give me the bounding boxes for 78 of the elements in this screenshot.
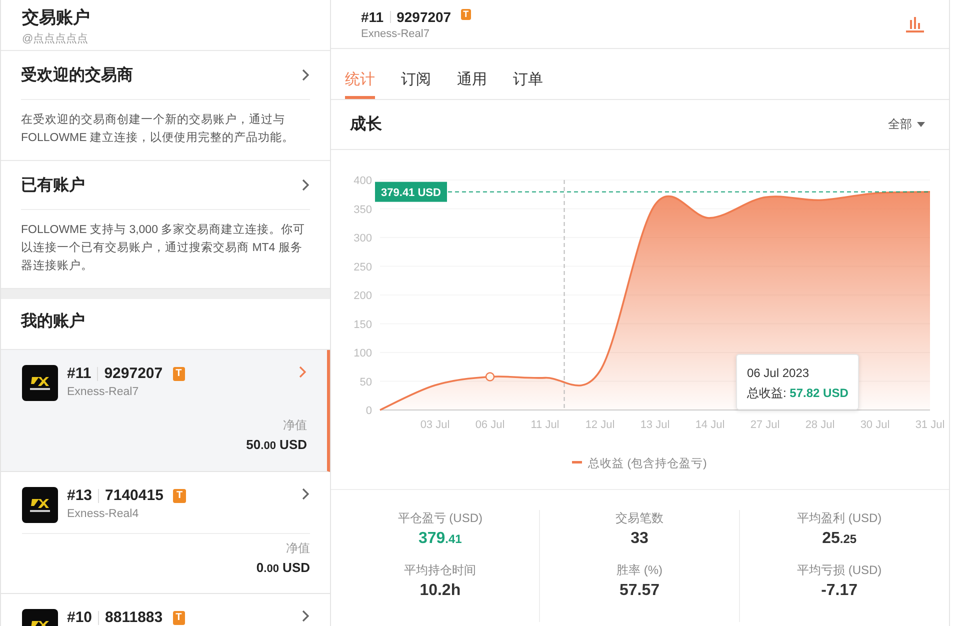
account-card[interactable]: #10 8811883 T [1,594,330,626]
axis-label: 11 Jul [530,419,560,431]
account-card[interactable]: #13 7140415 T Exness-Real4 净值 0.00 USD [1,472,330,594]
server-name: Exness-Real7 [67,386,140,398]
account-badge: T [172,366,185,380]
stat-label: 平均盈利 (USD) [796,510,882,527]
axis-label: 30 Jul [860,419,890,431]
stat-label: 胜率 (%) [616,562,662,579]
legend-label: 总收益 (包含持仓盈亏) [588,458,707,470]
account-number: 9297207 [104,365,163,382]
section-link[interactable]: 已有账户 [21,161,310,210]
broker-logo-icon [22,487,58,523]
filter-dropdown[interactable]: 全部 [882,115,931,134]
stat-value: 57.57 [619,582,660,600]
axis-label: 0 [366,405,372,417]
axis-label: 28 Jul [805,419,835,431]
user-handle: @点点点点点 [22,32,90,46]
section-description: FOLLOWME 支持与 3,000 多家交易商建立连接。你可以连接一个已有交易账户，通过搜索交易商 MT4 服务器连接账户。 [20,222,306,274]
chevron-right-icon[interactable] [301,487,310,501]
axis-label: 12 Jul [585,419,615,431]
equity-value: 0.00 USD [256,560,310,575]
account-card[interactable]: #11 9297207 T Exness-Real7 净值 50.00 USD [1,350,330,472]
axis-label: 250 [354,261,372,274]
stat-value: 10.2h [420,582,461,600]
account-index: #13 [67,487,92,504]
axis-label: 06 Jul [475,419,505,431]
chevron-right-icon[interactable] [301,178,310,192]
caret-down-icon [917,122,925,127]
stat-value: 33 [630,530,648,548]
axis-label: 350 [354,204,372,216]
stat-value: 25.25 [822,530,857,548]
server-name: Exness-Real4 [67,508,140,520]
stat-value: 379.41 [418,530,462,548]
page-title: 交易账户 [22,7,91,29]
tooltip-date: 06 Jul 2023 [747,365,810,382]
account-index: #11 [361,8,384,24]
axis-label: 400 [354,175,372,187]
account-index: #10 [67,609,92,626]
axis-label: 300 [354,232,372,244]
axis-label: 31 Jul [915,419,945,431]
section-description: 在受欢迎的交易商创建一个新的交易账户，通过与 FOLLOWME 建立连接，以便使用完整的产品功能。 [20,112,296,146]
account-number: 9297207 [396,8,452,24]
broker-logo-icon [22,365,58,401]
legend-swatch [572,461,582,464]
max-value-label: 379.41 USD [375,182,447,202]
account-badge: T [461,8,471,20]
axis-label: 200 [354,290,372,302]
axis-label: 13 Jul [640,419,670,431]
chevron-right-icon[interactable] [301,609,310,623]
tooltip-value: 总收益: 57.82 USD [747,385,848,402]
account-badge: T [172,610,185,624]
data-point [485,372,495,382]
axis-label: 50 [360,376,372,388]
stat-label: 平均持仓时间 [404,562,476,579]
tab[interactable]: 订阅 [401,49,431,99]
equity-value: 50.00 USD [246,437,307,452]
section-link[interactable]: 受欢迎的交易商 [21,51,310,100]
server-name: Exness-Real7 [361,28,430,40]
equity-label: 净值 [283,417,307,434]
account-badge: T [173,488,186,502]
stat-label: 交易笔数 [615,510,664,527]
tab[interactable]: 通用 [457,49,487,99]
account-number: 8811883 [105,609,163,626]
account-number: 7140415 [105,487,164,504]
stat-label: 平仓盈亏 (USD) [398,510,482,527]
account-index: #11 [67,365,92,382]
tab[interactable]: 订单 [513,49,543,99]
bar-chart-icon[interactable] [905,15,925,33]
stat-label: 平均亏损 (USD) [796,562,882,579]
axis-label: 27 Jul [750,419,780,431]
section-title: 成长 [350,114,382,135]
axis-label: 14 Jul [695,419,725,431]
axis-label: 03 Jul [420,419,450,431]
axis-label: 100 [354,348,372,360]
chevron-right-icon[interactable] [301,68,310,82]
equity-label: 净值 [286,540,310,557]
stat-value: -7.17 [821,582,858,600]
axis-label: 150 [354,318,372,331]
